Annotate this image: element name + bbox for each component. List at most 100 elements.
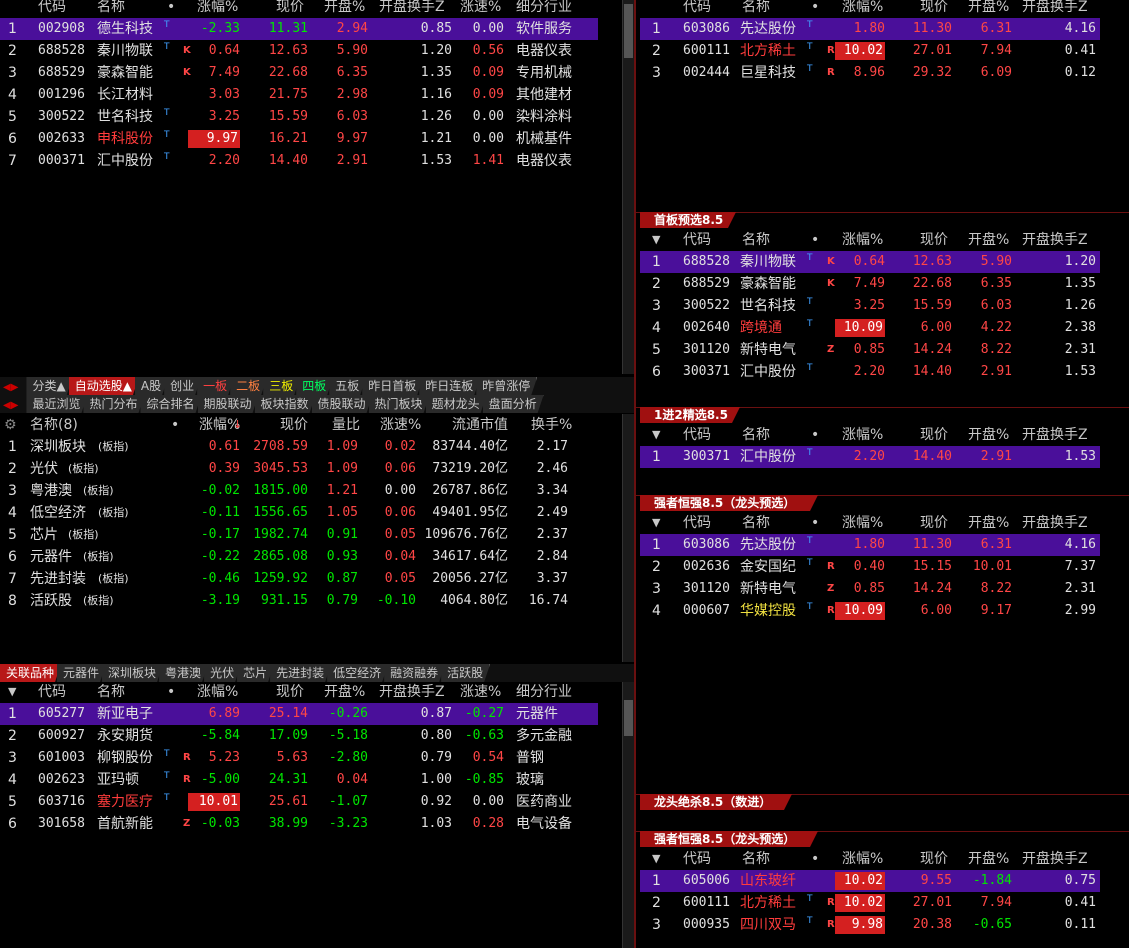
- sector-scrollbar[interactable]: [622, 414, 634, 662]
- collapse-caret-icon[interactable]: ▼: [8, 682, 16, 703]
- table-row[interactable]: 6 301658 首航新能 Z -0.03 38.99 -3.23 1.03 0.28 电气设备: [0, 813, 620, 835]
- tab-tabs2-1[interactable]: 热门分布: [83, 395, 144, 413]
- col-speed[interactable]: 涨速%: [460, 682, 501, 703]
- section-title[interactable]: 龙头绝杀8.5（数进）: [640, 794, 792, 810]
- col-price[interactable]: 现价: [920, 229, 948, 251]
- col-open[interactable]: 开盘%: [968, 0, 1009, 18]
- table-row[interactable]: 5 603716 塞力医疗 T 10.01 25.61 -1.07 0.92 0.00 医药商业: [0, 791, 620, 813]
- table-row[interactable]: 3 002444 巨星科技 T R 8.96 29.32 6.09 0.12: [640, 62, 1129, 84]
- col-code[interactable]: 代码: [683, 424, 711, 446]
- col-turn[interactable]: 开盘换手Z: [1022, 512, 1088, 534]
- table-row[interactable]: 2 688529 豪森智能 K 7.49 22.68 6.35 1.35: [640, 273, 1129, 295]
- col-price[interactable]: 现价: [280, 414, 308, 436]
- table-row[interactable]: 1 603086 先达股份 T 1.80 11.30 6.31 4.16: [640, 18, 1100, 40]
- tab-tabs1-7[interactable]: 四板: [296, 377, 333, 395]
- col-turnover[interactable]: 换手%: [531, 414, 572, 436]
- tab-tabs3-5[interactable]: 芯片: [237, 664, 274, 682]
- col-turn[interactable]: 开盘换手Z: [1022, 229, 1088, 251]
- collapse-caret-icon[interactable]: ▼: [652, 512, 660, 534]
- tab-tabs1-8[interactable]: 五板: [329, 377, 366, 395]
- collapse-caret-icon[interactable]: ▼: [652, 848, 660, 870]
- col-turn[interactable]: 开盘换手Z: [379, 0, 445, 18]
- table-row[interactable]: 1 002908 德生科技 T -2.33 11.31 2.94 0.85 0.00 软件服务: [0, 18, 598, 40]
- tab-bar-arrows-icon[interactable]: ◀▶: [0, 382, 22, 393]
- col-code[interactable]: 代码: [683, 512, 711, 534]
- tab-tabs1-3[interactable]: 创业: [164, 377, 201, 395]
- tab-tabs1-4[interactable]: 一板: [197, 377, 234, 395]
- col-code[interactable]: 代码: [683, 848, 711, 870]
- col-cap[interactable]: 流通市值: [452, 414, 508, 436]
- table-row[interactable]: 6 002633 申科股份 T 9.97 16.21 9.97 1.21 0.00 机械基件: [0, 128, 620, 150]
- table-row[interactable]: 4 低空经济 (板指) -0.11 1556.65 1.05 0.06 49401.95亿 2.…: [0, 502, 620, 524]
- table-row[interactable]: 3 301120 新特电气 Z 0.85 14.24 8.22 2.31: [640, 578, 1129, 600]
- table-row[interactable]: 4 000607 华媒控股 T R 10.09 6.00 9.17 2.99: [640, 600, 1129, 622]
- table-row[interactable]: 1 深圳板块 (板指) 0.61 2708.59 1.09 0.02 83744.40亿 2.1…: [0, 436, 620, 458]
- col-name[interactable]: 名称: [742, 512, 770, 534]
- tab-tabs3-2[interactable]: 深圳板块: [102, 664, 163, 682]
- tab-tabs1-10[interactable]: 昨日连板: [419, 377, 480, 395]
- tab-tabs2-5[interactable]: 债股联动: [312, 395, 373, 413]
- tab-tabs1-0[interactable]: 分类▲: [26, 377, 72, 395]
- col-open[interactable]: 开盘%: [968, 848, 1009, 870]
- col-chg[interactable]: 涨幅%: [842, 848, 883, 870]
- col-chg[interactable]: 涨幅%: [842, 424, 883, 446]
- related-scrollbar[interactable]: [622, 682, 634, 948]
- col-price[interactable]: 现价: [920, 512, 948, 534]
- col-turn[interactable]: 开盘换手Z: [379, 682, 445, 703]
- table-row[interactable]: 1 605277 新亚电子 6.89 25.14 -0.26 0.87 -0.27 元器件: [0, 703, 598, 725]
- tab-tabs2-6[interactable]: 热门板块: [369, 395, 430, 413]
- table-row[interactable]: 3 300522 世名科技 T 3.25 15.59 6.03 1.26: [640, 295, 1129, 317]
- col-code[interactable]: 代码: [683, 229, 711, 251]
- tab-bar-arrows-icon[interactable]: ◀▶: [0, 400, 22, 411]
- tab-tabs2-2[interactable]: 综合排名: [140, 395, 201, 413]
- tab-tabs3-0[interactable]: 关联品种: [0, 664, 61, 682]
- col-chg[interactable]: 涨幅%: [842, 512, 883, 534]
- col-open[interactable]: 开盘%: [324, 682, 365, 703]
- table-row[interactable]: 4 002623 亚玛顿 T R -5.00 24.31 0.04 1.00 -0.85 玻璃: [0, 769, 620, 791]
- table-row[interactable]: 1 603086 先达股份 T 1.80 11.30 6.31 4.16: [640, 534, 1100, 556]
- tab-tabs3-4[interactable]: 光伏: [204, 664, 241, 682]
- col-code[interactable]: 代码: [38, 0, 66, 18]
- table-row[interactable]: 3 000935 四川双马 T R 9.98 20.38 -0.65 0.11: [640, 914, 1129, 936]
- col-chg[interactable]: 涨幅%: [197, 682, 238, 703]
- col-name[interactable]: 名称: [97, 0, 125, 18]
- table-row[interactable]: 1 605006 山东玻纤 10.02 9.55 -1.84 0.75: [640, 870, 1100, 892]
- col-open[interactable]: 开盘%: [968, 512, 1009, 534]
- col-price[interactable]: 现价: [920, 424, 948, 446]
- tab-tabs3-1[interactable]: 元器件: [57, 664, 106, 682]
- table-row[interactable]: 6 元器件 (板指) -0.22 2865.08 0.93 0.04 34617.64亿 2.8…: [0, 546, 620, 568]
- table-row[interactable]: 7 先进封装 (板指) -0.46 1259.92 0.87 0.05 20056.27亿 3.…: [0, 568, 620, 590]
- tab-tabs3-7[interactable]: 低空经济: [327, 664, 388, 682]
- table-row[interactable]: 4 001296 长江材料 3.03 21.75 2.98 1.16 0.09 其他建材: [0, 84, 620, 106]
- tab-tabs1-5[interactable]: 二板: [230, 377, 267, 395]
- col-chg[interactable]: 涨幅%: [197, 0, 238, 18]
- tab-tabs1-9[interactable]: 昨日首板: [362, 377, 423, 395]
- table-row[interactable]: 2 600927 永安期货 -5.84 17.09 -5.18 0.80 -0.63 多元金融: [0, 725, 620, 747]
- col-chg[interactable]: 涨幅%: [842, 0, 883, 18]
- pane-divider[interactable]: [634, 0, 636, 948]
- tab-tabs1-11[interactable]: 昨曾涨停: [476, 377, 537, 395]
- table-row[interactable]: 2 688528 秦川物联 T K 0.64 12.63 5.90 1.20 0.56 电器仪表: [0, 40, 620, 62]
- col-name[interactable]: 名称: [742, 848, 770, 870]
- sort-desc-icon[interactable]: ↓: [233, 414, 242, 436]
- tab-tabs3-8[interactable]: 融资融券: [384, 664, 445, 682]
- table-row[interactable]: 1 688528 秦川物联 T K 0.64 12.63 5.90 1.20: [640, 251, 1100, 273]
- tab-tabs1-1[interactable]: 自动选股▲: [69, 377, 139, 395]
- tab-tabs3-3[interactable]: 粤港澳: [159, 664, 208, 682]
- tab-tabs1-6[interactable]: 三板: [263, 377, 300, 395]
- tab-tabs2-8[interactable]: 盘面分析: [483, 395, 544, 413]
- tab-tabs2-7[interactable]: 题材龙头: [426, 395, 487, 413]
- table-row[interactable]: 8 活跃股 (板指) -3.19 931.15 0.79 -0.10 4064.80亿 16.7…: [0, 590, 620, 612]
- tab-tabs2-0[interactable]: 最近浏览: [26, 395, 87, 413]
- col-open[interactable]: 开盘%: [324, 0, 365, 18]
- table-row[interactable]: 3 601003 柳钢股份 T R 5.23 5.63 -2.80 0.79 0.54 普钢: [0, 747, 620, 769]
- tab-tabs3-6[interactable]: 先进封装: [270, 664, 331, 682]
- table-row[interactable]: 5 301120 新特电气 Z 0.85 14.24 8.22 2.31: [640, 339, 1129, 361]
- main-scrollbar[interactable]: [622, 0, 634, 374]
- col-name[interactable]: 名称: [742, 424, 770, 446]
- col-speed[interactable]: 涨速%: [460, 0, 501, 18]
- col-name[interactable]: 名称: [742, 0, 770, 18]
- col-volratio[interactable]: 量比: [332, 414, 360, 436]
- col-name[interactable]: 名称(8): [30, 414, 78, 436]
- table-row[interactable]: 5 300522 世名科技 T 3.25 15.59 6.03 1.26 0.00 染料涂料: [0, 106, 620, 128]
